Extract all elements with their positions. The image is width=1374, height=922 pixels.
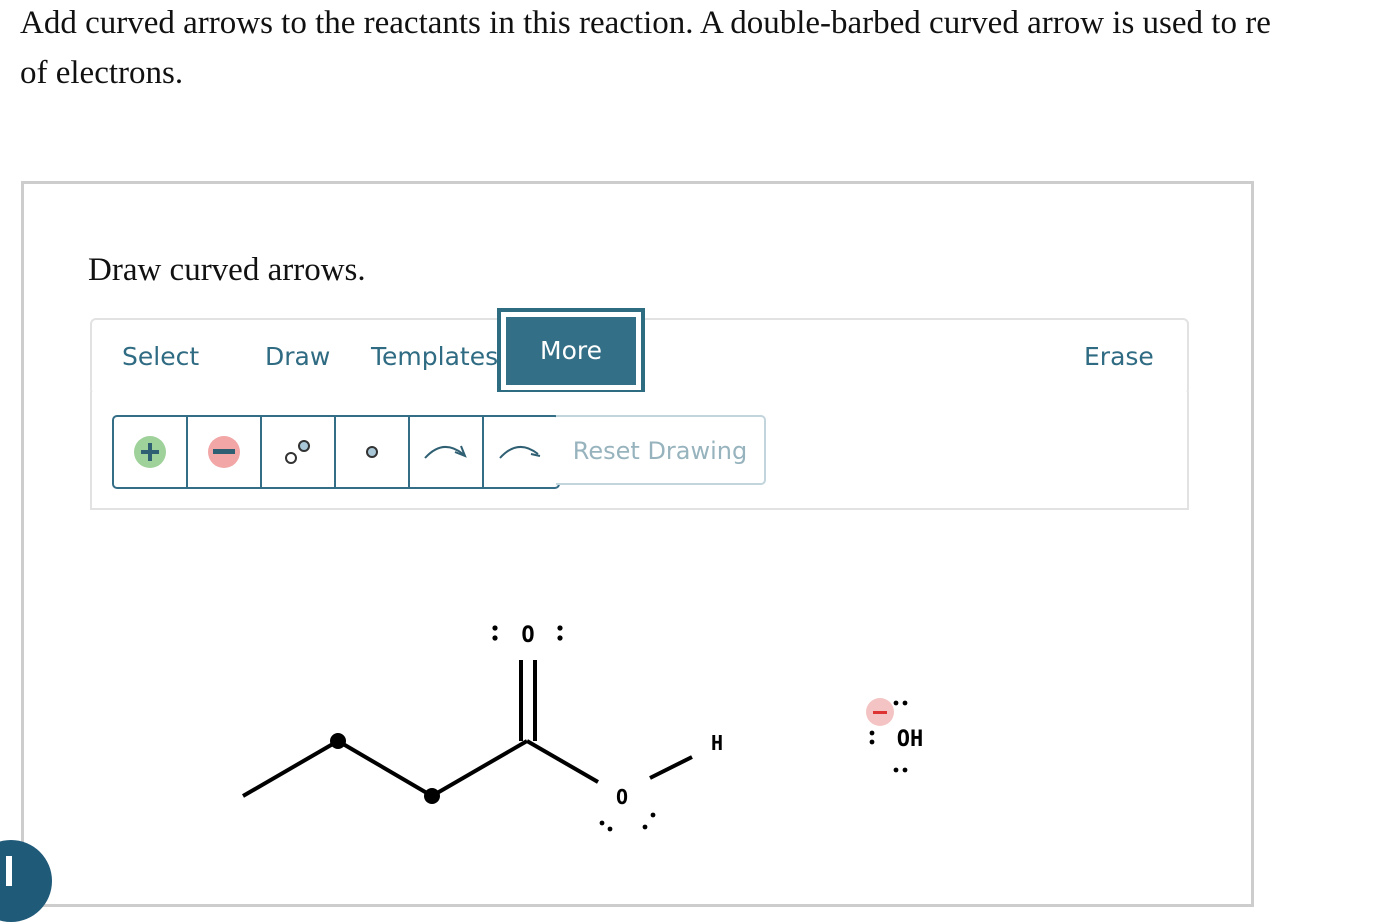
- reset-drawing-button[interactable]: Reset Drawing: [556, 415, 766, 485]
- hydroxide-label: OH: [897, 727, 924, 752]
- radical-electron-icon: [366, 446, 378, 458]
- reaction-canvas[interactable]: O O H OH: [24, 512, 1248, 876]
- ester-oxygen-atom[interactable]: O: [599, 785, 656, 832]
- tab-erase[interactable]: Erase: [1084, 320, 1154, 394]
- carbonyl-oxygen-atom[interactable]: O: [492, 623, 563, 648]
- lone-pair-icon: [285, 440, 310, 464]
- single-barb-arrow-icon: [499, 446, 541, 459]
- tab-more-label: More: [506, 317, 636, 385]
- carbonyl-oxygen-label: O: [521, 623, 534, 648]
- single-barb-arrow-button[interactable]: [484, 417, 558, 487]
- tab-templates[interactable]: Templates: [371, 320, 498, 394]
- add-radical-button[interactable]: [336, 417, 410, 487]
- tab-select[interactable]: Select: [122, 320, 199, 394]
- electron-tool-group: [112, 415, 560, 489]
- left-edge-strip: [0, 0, 10, 876]
- add-positive-charge-button[interactable]: [114, 417, 188, 487]
- carbon-skeleton: [241, 660, 693, 804]
- ester-oxygen-label: O: [616, 785, 628, 809]
- add-negative-charge-button[interactable]: [188, 417, 262, 487]
- add-lone-pair-button[interactable]: [262, 417, 336, 487]
- question-line-2: of electrons.: [20, 55, 184, 91]
- double-barb-arrow-icon: [424, 445, 467, 459]
- hydroxide-ion[interactable]: OH: [866, 698, 924, 773]
- panel-title: Draw curved arrows.: [88, 252, 366, 288]
- tab-more[interactable]: More: [497, 308, 645, 394]
- double-barb-arrow-button[interactable]: [410, 417, 484, 487]
- hydrogen-atom-label[interactable]: H: [711, 731, 723, 755]
- question-line-1: Add curved arrows to the reactants in th…: [20, 5, 1271, 41]
- plus-charge-icon: [134, 436, 166, 468]
- tab-draw[interactable]: Draw: [265, 320, 330, 394]
- minus-charge-icon: [208, 436, 240, 468]
